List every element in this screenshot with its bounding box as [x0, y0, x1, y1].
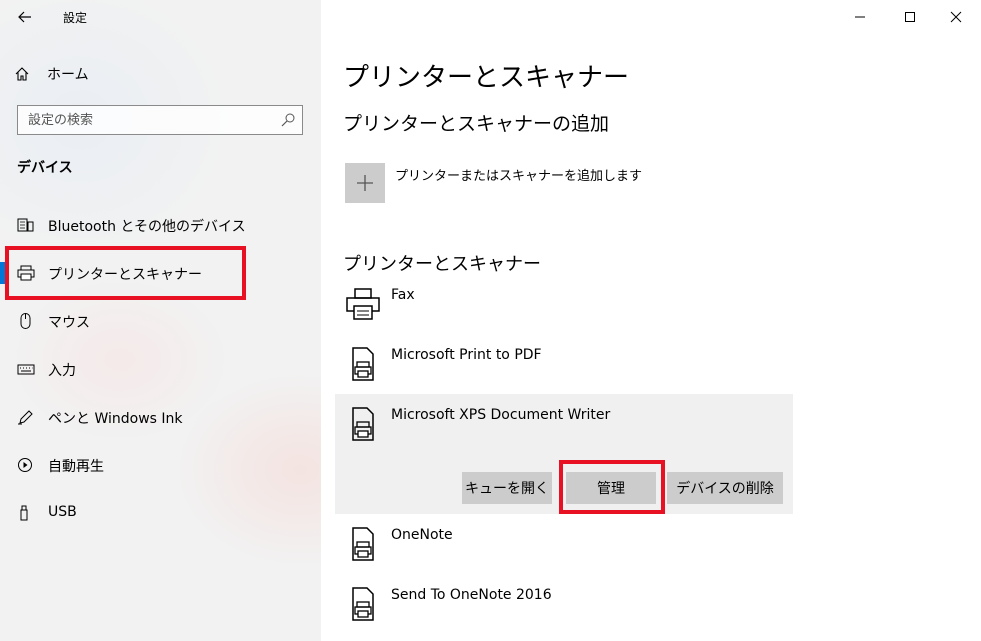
sidebar-item-input[interactable]: 入力	[0, 349, 321, 389]
sidebar-item-mouse[interactable]: マウス	[0, 301, 321, 341]
printer-name: Microsoft XPS Document Writer	[391, 407, 611, 423]
highlight-box-printers	[5, 246, 246, 300]
close-icon	[950, 11, 962, 23]
printer-document-icon	[352, 347, 374, 381]
autoplay-icon	[18, 458, 32, 472]
printer-document-icon	[352, 407, 374, 441]
plus-icon	[357, 175, 373, 191]
sidebar-item-pen[interactable]: ペンと Windows Ink	[0, 397, 321, 437]
keyboard-icon	[17, 364, 35, 375]
maximize-icon	[905, 12, 915, 22]
printer-item-pdf[interactable]: Microsoft Print to PDF	[335, 340, 793, 390]
add-printer-button[interactable]	[345, 163, 385, 203]
fax-icon	[346, 288, 380, 320]
bluetooth-device-icon	[17, 218, 34, 232]
maximize-button[interactable]	[887, 0, 933, 34]
printers-list-title: プリンターとスキャナー	[343, 254, 541, 275]
sidebar-item-label: 入力	[48, 363, 76, 379]
section-title: デバイス	[17, 160, 73, 176]
sidebar-item-label: Bluetooth とその他のデバイス	[48, 219, 246, 235]
usb-icon	[20, 505, 28, 521]
remove-device-button[interactable]: デバイスの削除	[667, 472, 783, 504]
printer-document-icon	[352, 587, 374, 621]
printer-name: Send To OneNote 2016	[391, 587, 552, 603]
minimize-button[interactable]	[837, 0, 883, 34]
printer-name: OneNote	[391, 527, 453, 543]
search-icon[interactable]	[280, 112, 296, 128]
printer-name: Microsoft Print to PDF	[391, 347, 542, 363]
printer-document-icon	[352, 527, 374, 561]
sidebar-item-label: 自動再生	[48, 459, 104, 475]
sidebar: 設定 ホーム デバイス Bluetooth とその他のデバイス プリンターとスキ…	[0, 0, 321, 641]
pen-icon	[18, 410, 33, 425]
open-queue-button[interactable]: キューを開く	[462, 472, 552, 504]
home-label: ホーム	[47, 67, 89, 83]
printer-item-onenote[interactable]: OneNote	[335, 520, 793, 570]
printer-name: Fax	[391, 287, 415, 303]
title-bar: 設定	[0, 0, 321, 34]
main-content: プリンターとスキャナー プリンターとスキャナーの追加 プリンターまたはスキャナー…	[321, 0, 981, 641]
minimize-icon	[855, 16, 865, 18]
add-section-title: プリンターとスキャナーの追加	[343, 113, 610, 135]
home-nav-item[interactable]: ホーム	[14, 62, 89, 86]
home-icon	[15, 67, 29, 81]
printer-item-onenote-2016[interactable]: Send To OneNote 2016	[335, 580, 793, 630]
sidebar-item-bluetooth[interactable]: Bluetooth とその他のデバイス	[0, 205, 321, 245]
sidebar-item-label: マウス	[48, 315, 90, 331]
back-arrow-icon	[18, 11, 31, 23]
search-input[interactable]	[28, 111, 278, 129]
sidebar-item-label: USB	[48, 504, 77, 520]
back-button[interactable]	[10, 4, 40, 30]
sidebar-item-autoplay[interactable]: 自動再生	[0, 445, 321, 485]
add-printer-label[interactable]: プリンターまたはスキャナーを追加します	[395, 165, 642, 184]
page-title: プリンターとスキャナー	[343, 63, 630, 93]
mouse-icon	[20, 313, 31, 329]
settings-window: 設定 ホーム デバイス Bluetooth とその他のデバイス プリンターとスキ…	[0, 0, 981, 641]
app-title: 設定	[63, 11, 88, 25]
sidebar-item-label: ペンと Windows Ink	[48, 411, 183, 427]
printer-item-fax[interactable]: Fax	[335, 280, 793, 330]
sidebar-item-usb[interactable]: USB	[0, 493, 321, 533]
highlight-box-manage	[559, 460, 665, 514]
search-box[interactable]	[17, 105, 303, 135]
close-button[interactable]	[933, 0, 979, 34]
